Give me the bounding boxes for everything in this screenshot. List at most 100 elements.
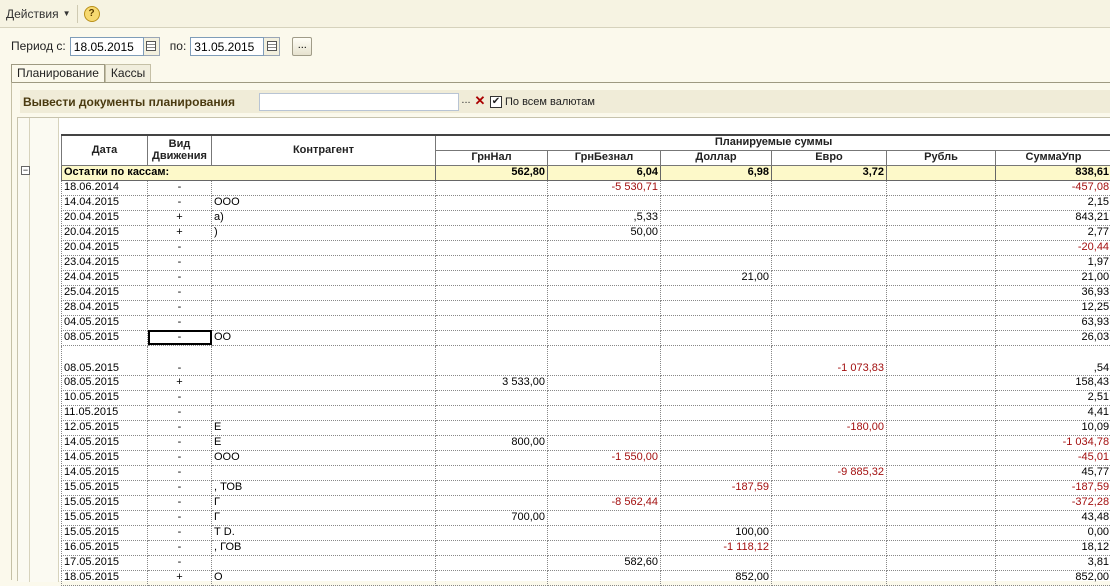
cell-date[interactable]: 16.05.2015	[62, 540, 148, 555]
cell-grn-cash[interactable]	[436, 480, 548, 495]
cell-rub[interactable]	[887, 480, 996, 495]
cell-counterparty[interactable]: ОО	[212, 330, 436, 345]
table-row[interactable]: 08.05.2015--1 073,83,54	[62, 345, 1110, 375]
planning-docs-field[interactable]	[259, 93, 459, 111]
cell-date[interactable]: 08.05.2015	[62, 375, 148, 390]
cell-total[interactable]: 21,00	[996, 270, 1110, 285]
header-counterparty[interactable]: Контрагент	[212, 135, 436, 165]
cell-total[interactable]: 3,81	[996, 555, 1110, 570]
cell-eur[interactable]	[772, 450, 887, 465]
cell-grn-noncash[interactable]: 50,00	[548, 225, 661, 240]
table-row[interactable]: 18.06.2014--5 530,71-457,08	[62, 180, 1110, 195]
cell-eur[interactable]	[772, 330, 887, 345]
cell-grn-noncash[interactable]	[548, 195, 661, 210]
cell-grn-cash[interactable]	[436, 540, 548, 555]
cell-grn-noncash[interactable]	[548, 285, 661, 300]
cell-usd[interactable]	[661, 495, 772, 510]
cell-counterparty[interactable]: Е	[212, 420, 436, 435]
table-row[interactable]: 20.04.2015+)50,002,77	[62, 225, 1110, 240]
cell-total[interactable]: 2,77	[996, 225, 1110, 240]
header-usd[interactable]: Доллар	[661, 150, 772, 165]
cell-eur[interactable]	[772, 270, 887, 285]
all-currencies-checkbox[interactable]: ✔	[490, 96, 502, 108]
cell-movement[interactable]: -	[148, 540, 212, 555]
cell-counterparty[interactable]: Г	[212, 510, 436, 525]
cell-rub[interactable]	[887, 315, 996, 330]
table-row[interactable]: 08.05.2015-ОО26,03	[62, 330, 1110, 345]
cell-counterparty[interactable]	[212, 405, 436, 420]
calendar-icon[interactable]	[264, 37, 280, 56]
cell-usd[interactable]	[661, 180, 772, 195]
cell-usd[interactable]	[661, 390, 772, 405]
cell-grn-cash[interactable]	[436, 315, 548, 330]
cell-eur[interactable]	[772, 300, 887, 315]
period-to-field[interactable]: 31.05.2015	[190, 37, 264, 56]
cell-grn-noncash[interactable]: ,5,33	[548, 210, 661, 225]
cell-date[interactable]: 15.05.2015	[62, 510, 148, 525]
cell-grn-noncash[interactable]	[548, 300, 661, 315]
cell-counterparty[interactable]: Г	[212, 495, 436, 510]
cell-eur[interactable]	[772, 240, 887, 255]
cell-date[interactable]: 14.04.2015	[62, 195, 148, 210]
cell-eur[interactable]	[772, 405, 887, 420]
cell-usd[interactable]	[661, 225, 772, 240]
cell-movement[interactable]: -	[148, 510, 212, 525]
cell-grn-noncash[interactable]	[548, 465, 661, 480]
cell-counterparty[interactable]: О	[212, 570, 436, 585]
cell-total[interactable]: 45,77	[996, 465, 1110, 480]
cell-grn-cash[interactable]	[436, 420, 548, 435]
cell-eur[interactable]: -1 073,83	[772, 345, 887, 375]
cell-grn-noncash[interactable]	[548, 405, 661, 420]
cell-movement[interactable]: -	[148, 315, 212, 330]
cell-eur[interactable]	[772, 525, 887, 540]
cell-movement[interactable]: -	[148, 450, 212, 465]
cell-rub[interactable]	[887, 390, 996, 405]
cell-date[interactable]: 20.04.2015	[62, 210, 148, 225]
cell-movement[interactable]: -	[148, 420, 212, 435]
cell-grn-cash[interactable]: 800,00	[436, 435, 548, 450]
cell-grn-noncash[interactable]	[548, 375, 661, 390]
table-row[interactable]: 20.04.2015+а),5,33843,21	[62, 210, 1110, 225]
cell-rub[interactable]	[887, 345, 996, 375]
cell-movement[interactable]: -	[148, 480, 212, 495]
cell-grn-noncash[interactable]	[548, 570, 661, 585]
header-rub[interactable]: Рубль	[887, 150, 996, 165]
cell-rub[interactable]	[887, 210, 996, 225]
table-row[interactable]: 15.05.2015-Г-8 562,44-372,28	[62, 495, 1110, 510]
cell-total[interactable]: 4,41	[996, 405, 1110, 420]
cell-grn-noncash[interactable]	[548, 270, 661, 285]
cell-movement[interactable]: +	[148, 210, 212, 225]
cell-movement[interactable]: -	[148, 345, 212, 375]
cell-date[interactable]: 08.05.2015	[62, 330, 148, 345]
cell-counterparty[interactable]: ООО	[212, 195, 436, 210]
cell-usd[interactable]: 21,00	[661, 270, 772, 285]
table-row[interactable]: 25.04.2015-36,93	[62, 285, 1110, 300]
cell-total[interactable]: 18,12	[996, 540, 1110, 555]
cell-date[interactable]: 20.04.2015	[62, 240, 148, 255]
cell-movement[interactable]: -	[148, 390, 212, 405]
cell-movement[interactable]: -	[148, 435, 212, 450]
cell-rub[interactable]	[887, 270, 996, 285]
cell-usd[interactable]	[661, 465, 772, 480]
cell-usd[interactable]	[661, 210, 772, 225]
cell-total[interactable]: 0,00	[996, 525, 1110, 540]
cell-rub[interactable]	[887, 420, 996, 435]
cell-counterparty[interactable]: , ТОВ	[212, 480, 436, 495]
table-row[interactable]: 28.04.2015-12,25	[62, 300, 1110, 315]
cell-grn-noncash[interactable]	[548, 255, 661, 270]
cell-rub[interactable]	[887, 570, 996, 585]
cell-grn-cash[interactable]	[436, 570, 548, 585]
cell-counterparty[interactable]	[212, 465, 436, 480]
cell-counterparty[interactable]	[212, 270, 436, 285]
cell-rub[interactable]	[887, 525, 996, 540]
cell-movement[interactable]: +	[148, 225, 212, 240]
cell-date[interactable]: 18.05.2015	[62, 570, 148, 585]
cell-eur[interactable]	[772, 285, 887, 300]
table-row[interactable]: 17.05.2015-582,603,81	[62, 555, 1110, 570]
cell-eur[interactable]	[772, 195, 887, 210]
cell-grn-noncash[interactable]	[548, 330, 661, 345]
cell-movement[interactable]: -	[148, 495, 212, 510]
cell-eur[interactable]	[772, 315, 887, 330]
cell-movement[interactable]: -	[148, 555, 212, 570]
cell-eur[interactable]	[772, 180, 887, 195]
